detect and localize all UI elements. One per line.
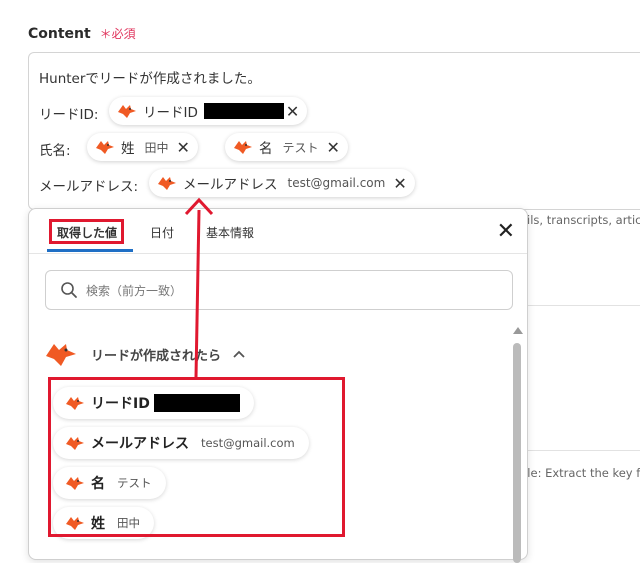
fox-logo-icon — [66, 437, 84, 450]
close-icon[interactable]: ✕ — [497, 221, 515, 243]
active-tab-indicator — [47, 249, 133, 252]
field-label-text: Content — [28, 26, 91, 42]
tab-retrieved-values[interactable]: 取得した値 — [57, 224, 117, 241]
lead-id-label: リードID: — [39, 107, 99, 123]
background-text-snippet: ple: Extract the key f — [520, 466, 640, 480]
value-item-value: テスト — [117, 476, 152, 490]
search-icon — [61, 282, 77, 298]
search-input[interactable]: 検索（前方一致） — [45, 270, 513, 310]
value-item-name: メールアドレス — [91, 436, 189, 452]
chevron-up-icon[interactable] — [233, 347, 245, 361]
remove-tag-icon[interactable]: ✕ — [286, 102, 299, 121]
search-placeholder: 検索（前方一致） — [86, 284, 183, 298]
email-label: メールアドレス: — [39, 179, 139, 195]
section-title: リードが作成されたら — [91, 348, 222, 364]
remove-tag-icon[interactable]: ✕ — [177, 138, 190, 157]
content-field-label: Content ＊必須 — [28, 25, 136, 42]
value-item-value: 田中 — [117, 516, 140, 530]
background-divider — [528, 305, 640, 306]
last-name-token-value: 田中 — [144, 140, 169, 155]
remove-tag-icon[interactable]: ✕ — [393, 174, 406, 193]
email-token-value: test@gmail.com — [287, 176, 386, 190]
value-item-email[interactable]: メールアドレス test@gmail.com — [53, 427, 309, 459]
fox-logo-icon — [46, 344, 76, 366]
first-name-token-value: テスト — [282, 140, 319, 155]
value-item-value: test@gmail.com — [201, 436, 295, 450]
content-editor[interactable]: Hunterでリードが作成されました。 リードID: リードID ✕ 氏名: 姓… — [28, 52, 640, 210]
trigger-section-header[interactable]: リードが作成されたら — [45, 341, 245, 367]
fox-logo-icon — [96, 141, 114, 154]
tab-date[interactable]: 日付 — [150, 224, 174, 241]
fox-logo-icon — [66, 517, 84, 530]
value-item-name: リードID — [91, 396, 150, 412]
value-item-name: 名 — [91, 476, 105, 492]
fox-logo-icon — [234, 141, 252, 154]
redacted-value — [153, 394, 240, 412]
fox-logo-icon — [66, 477, 84, 490]
first-name-token[interactable]: 名 テスト ✕ — [225, 133, 348, 161]
first-name-token-name: 名 — [259, 141, 273, 157]
scrollbar-thumb[interactable] — [513, 343, 521, 563]
lead-id-token-name: リードID — [143, 105, 198, 121]
remove-tag-icon[interactable]: ✕ — [327, 138, 340, 157]
fox-logo-icon — [118, 105, 136, 118]
fox-logo-icon — [158, 177, 176, 190]
panel-tabs: 取得した値 日付 基本情報 ✕ — [29, 209, 527, 254]
last-name-token[interactable]: 姓 田中 ✕ — [87, 133, 198, 161]
value-item-last-name[interactable]: 姓 田中 — [53, 507, 154, 539]
required-indicator: ＊必須 — [99, 27, 136, 41]
scroll-up-icon[interactable] — [513, 327, 523, 334]
value-item-first-name[interactable]: 名 テスト — [53, 467, 166, 499]
value-picker-panel: 取得した値 日付 基本情報 ✕ 検索（前方一致） リードが作成されたら リードI… — [28, 208, 528, 563]
last-name-token-name: 姓 — [121, 141, 135, 157]
value-item-lead-id[interactable]: リードID — [53, 387, 254, 419]
value-item-name: 姓 — [91, 516, 105, 532]
name-label: 氏名: — [39, 143, 71, 159]
lead-id-token[interactable]: リードID ✕ — [109, 97, 308, 125]
background-divider — [528, 450, 640, 451]
email-token-name: メールアドレス — [183, 177, 278, 193]
email-token[interactable]: メールアドレス test@gmail.com ✕ — [149, 169, 415, 197]
background-text-snippet: ails, transcripts, artic — [520, 213, 640, 227]
intro-line: Hunterでリードが作成されました。 — [39, 71, 261, 87]
redacted-value — [203, 103, 284, 119]
tab-basic-info[interactable]: 基本情報 — [206, 224, 254, 241]
fox-logo-icon — [66, 397, 84, 410]
